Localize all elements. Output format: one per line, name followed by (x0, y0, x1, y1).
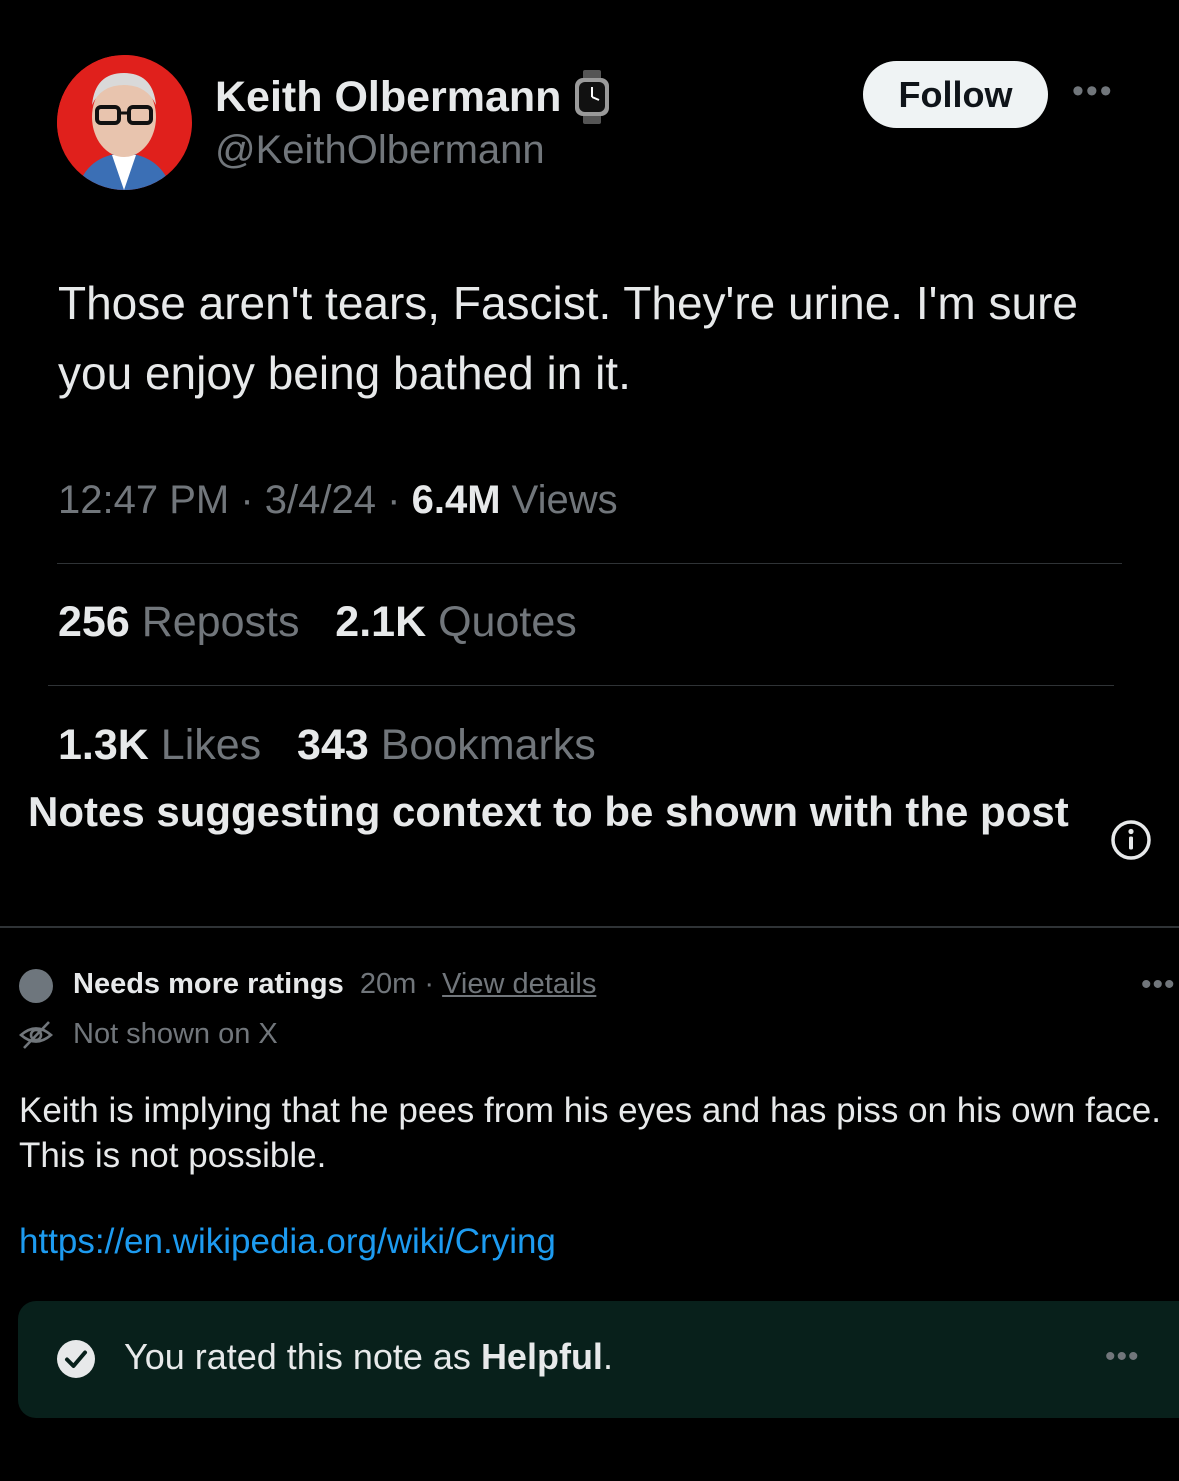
divider (57, 563, 1122, 564)
author-name-text: Keith Olbermann (215, 72, 562, 121)
reposts-count: 256 (58, 598, 130, 646)
likes-label: Likes (160, 721, 262, 769)
note-status-line: Needs more ratings 20m · View details (73, 968, 596, 1001)
meta-separator: · (387, 478, 401, 522)
rating-text: You rated this note as Helpful. (124, 1336, 613, 1378)
meta-separator: · (240, 478, 254, 522)
views-label: Views (511, 478, 618, 522)
follow-button[interactable]: Follow (863, 61, 1048, 128)
view-details-link[interactable]: View details (442, 968, 596, 1000)
bookmarks-stat[interactable]: 343 Bookmarks (297, 721, 596, 769)
reposts-label: Reposts (141, 598, 300, 646)
views-count: 6.4M (411, 478, 501, 522)
likes-stat[interactable]: 1.3K Likes (58, 721, 261, 769)
check-circle-icon (57, 1340, 95, 1378)
quotes-label: Quotes (438, 598, 577, 646)
bookmarks-label: Bookmarks (380, 721, 596, 769)
watch-icon (575, 70, 610, 124)
tweet-date[interactable]: 3/4/24 (265, 478, 376, 522)
status-indicator (19, 969, 53, 1003)
divider (0, 926, 1179, 928)
stats-row-2: 1.3K Likes 343 Bookmarks (58, 721, 596, 770)
note-visibility: Not shown on X (73, 1018, 278, 1050)
avatar-photo (57, 55, 191, 190)
stats-row-1: 256 Reposts 2.1K Quotes (58, 598, 577, 647)
reposts-stat[interactable]: 256 Reposts (58, 598, 299, 646)
rating-suffix: . (602, 1336, 613, 1377)
note-separator: · (424, 968, 435, 1000)
rating-prefix: You rated this note as (124, 1336, 471, 1377)
avatar[interactable] (57, 55, 192, 190)
quotes-stat[interactable]: 2.1K Quotes (335, 598, 576, 646)
notes-section-title: Notes suggesting context to be shown wit… (28, 788, 1069, 835)
likes-count: 1.3K (58, 721, 149, 769)
more-options-icon[interactable]: ••• (1072, 72, 1114, 111)
divider (48, 685, 1114, 686)
rating-more-icon[interactable]: ••• (1105, 1340, 1140, 1374)
note-more-icon[interactable]: ••• (1141, 968, 1176, 1002)
tweet-text: Those aren't tears, Fascist. They're uri… (58, 277, 1078, 399)
note-status: Needs more ratings (73, 968, 344, 1000)
note-source-link[interactable]: https://en.wikipedia.org/wiki/Crying (19, 1222, 556, 1262)
author-name[interactable]: Keith Olbermann (215, 70, 611, 124)
note-age: 20m (359, 968, 417, 1000)
tweet-meta: 12:47 PM · 3/4/24 · 6.4M Views (58, 478, 618, 523)
author-handle[interactable]: @KeithOlbermann (215, 128, 545, 173)
quotes-count: 2.1K (335, 598, 427, 646)
note-text: Keith is implying that he pees from his … (19, 1091, 1161, 1175)
rating-value: Helpful (480, 1336, 603, 1377)
bookmarks-count: 343 (297, 721, 369, 769)
eye-off-icon (19, 1021, 53, 1049)
tweet-time[interactable]: 12:47 PM (58, 478, 229, 522)
info-icon[interactable] (1110, 819, 1152, 861)
